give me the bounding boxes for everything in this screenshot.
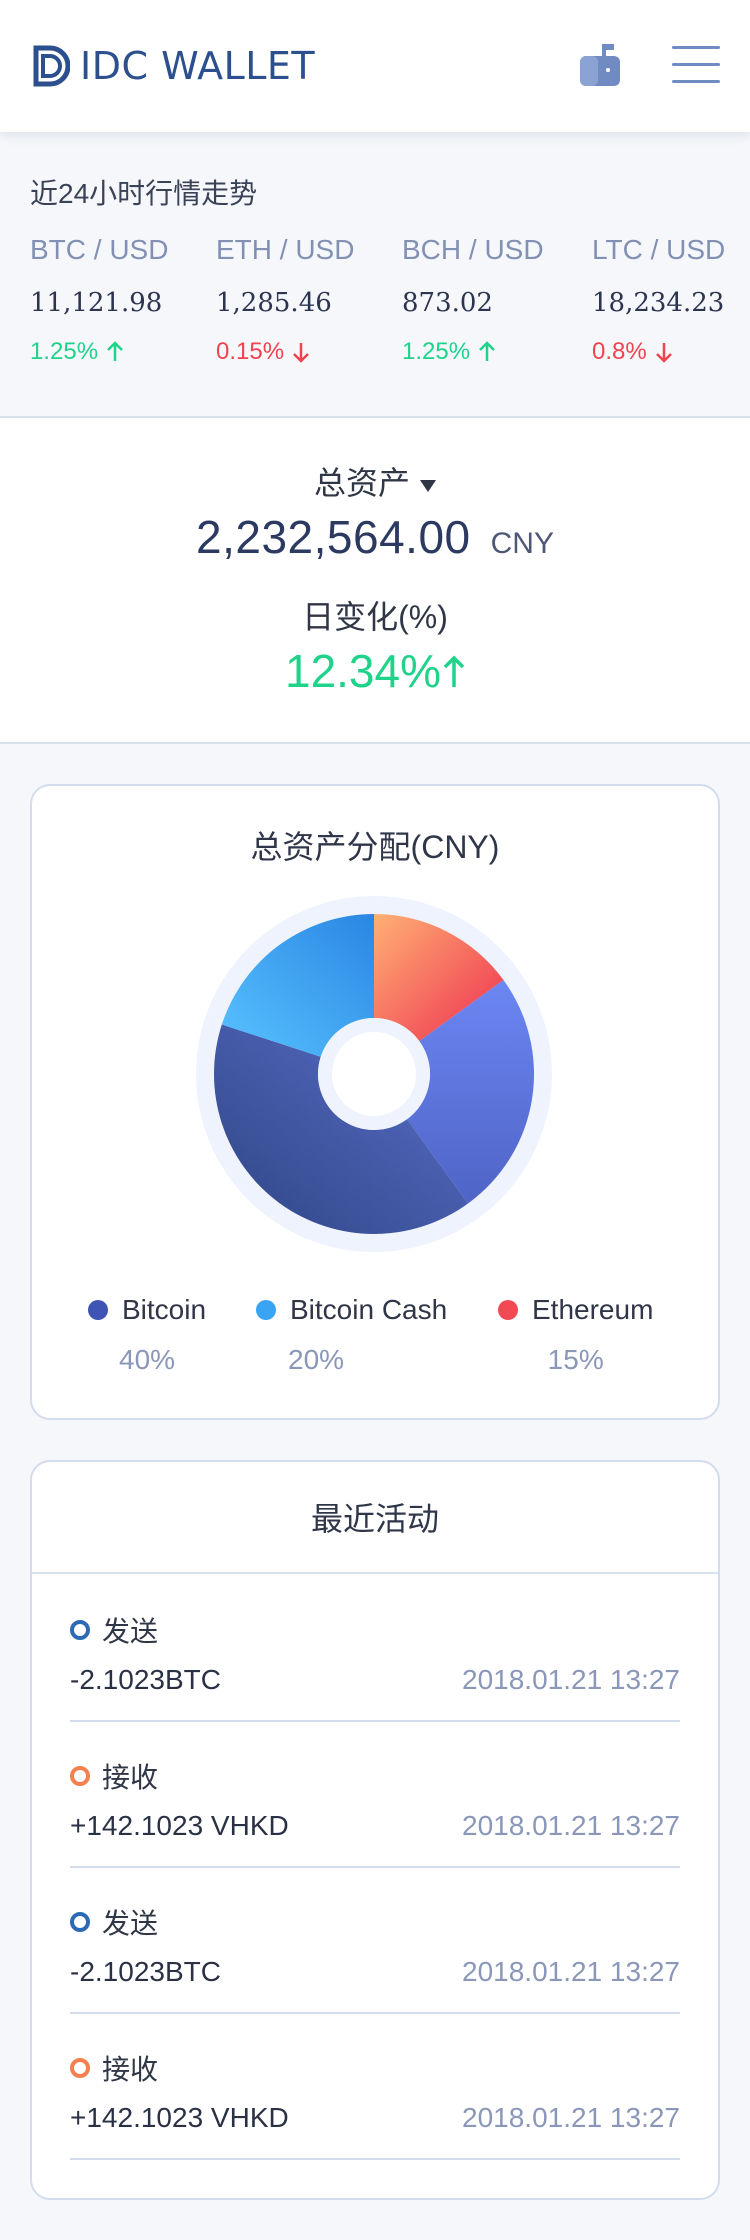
ticker-change-value: 1.25% (402, 338, 471, 365)
ticker-price: 1,285.46 (216, 288, 332, 318)
market-title: 近24小时行情走势 (30, 178, 258, 209)
legend-dot (88, 1300, 108, 1320)
allocation-card: 总资产分配(CNY) Bitcoin 40% Bitcoin Cash 20% … (30, 784, 720, 1420)
caret-down-icon (420, 479, 436, 492)
ticker-price: 11,121.98 (30, 288, 163, 318)
legend-label: Ethereum (532, 1294, 654, 1325)
activity-amount: -2.1023BTC (70, 1664, 221, 1695)
activity-type: 接收 (70, 2048, 158, 2088)
activity-amount: -2.1023BTC (70, 1956, 221, 1987)
ticker-change: 1.25% (402, 338, 572, 366)
ticker-change: 0.8% (592, 338, 750, 366)
activity-row[interactable]: 接收 +142.1023 VHKD 2018.01.21 13:27 (70, 1722, 680, 1868)
activity-row[interactable]: 发送 -2.1023BTC 2018.01.21 13:27 (70, 1576, 680, 1722)
activity-type-label: 发送 (102, 1616, 159, 1647)
legend-percent: 20% (288, 1344, 345, 1375)
total-assets-dropdown[interactable]: 总资产 (0, 458, 750, 504)
logo-icon (33, 45, 70, 87)
activity-type: 接收 (70, 1756, 158, 1796)
activity-type: 发送 (70, 1610, 158, 1650)
ticker-price: 873.02 (402, 288, 493, 318)
ticker-change: 1.25% (30, 338, 200, 366)
activity-time: 2018.01.21 13:27 (462, 1664, 680, 1695)
ticker-pair: ETH / USD (216, 234, 355, 265)
activity-type-label: 发送 (102, 1908, 159, 1939)
brand-logo[interactable]: IDC WALLET (30, 44, 315, 88)
total-assets-label: 总资产 (313, 465, 410, 501)
ticker-change-value: 1.25% (30, 338, 99, 365)
ticker-price: 18,234.23 (592, 288, 725, 318)
daily-change-label: 日变化(%) (302, 599, 448, 635)
legend-dot (498, 1300, 518, 1320)
ticker-change-value: 0.8% (592, 338, 647, 365)
send-ring-icon (70, 1912, 90, 1932)
activity-amount: +142.1023 VHKD (70, 1810, 289, 1841)
allocation-title: 总资产分配(CNY) (250, 829, 500, 865)
arrow-up-icon (479, 341, 495, 361)
legend-percent: 40% (119, 1344, 176, 1375)
legend-label: Bitcoin (122, 1294, 207, 1325)
legend-ethereum[interactable]: Ethereum 15% (498, 1294, 653, 1376)
activity-amount: +142.1023 VHKD (70, 2102, 289, 2133)
legend-bitcoin[interactable]: Bitcoin 40% (88, 1294, 206, 1376)
arrow-up-icon (443, 655, 465, 687)
daily-change-row: 12.34% (0, 644, 750, 698)
ticker-ltc[interactable]: LTC / USD 18,234.23 0.8% (592, 234, 750, 366)
ticker-bch[interactable]: BCH / USD 873.02 1.25% (402, 234, 572, 366)
market-section: 近24小时行情走势 BTC / USD 11,121.98 1.25% ETH … (0, 132, 750, 418)
legend-percent: 15% (547, 1344, 604, 1375)
ticker-change: 0.15% (216, 338, 386, 366)
recent-activity-card: 最近活动 发送 -2.1023BTC 2018.01.21 13:27 接收 +… (30, 1460, 720, 2200)
legend-bitcoin-cash[interactable]: Bitcoin Cash 20% (256, 1294, 447, 1376)
app-header: IDC WALLET (0, 0, 750, 132)
donut-center (332, 1032, 416, 1116)
ticker-change-value: 0.15% (216, 338, 285, 365)
ticker-btc[interactable]: BTC / USD 11,121.98 1.25% (30, 234, 200, 366)
receive-ring-icon (70, 2058, 90, 2078)
activity-type: 发送 (70, 1902, 158, 1942)
activity-time: 2018.01.21 13:27 (462, 1810, 680, 1841)
ticker-pair: LTC / USD (592, 234, 726, 265)
total-assets-value: 2,232,564.00 (196, 511, 471, 563)
activity-row[interactable]: 发送 -2.1023BTC 2018.01.21 13:27 (70, 1868, 680, 2014)
legend-dot (256, 1300, 276, 1320)
ticker-pair: BTC / USD (30, 234, 169, 265)
receive-ring-icon (70, 1766, 90, 1786)
arrow-up-icon (107, 341, 123, 361)
activity-time: 2018.01.21 13:27 (462, 2102, 680, 2133)
send-ring-icon (70, 1620, 90, 1640)
currency-label: CNY (490, 527, 554, 560)
mailbox-icon[interactable] (578, 44, 622, 88)
activity-title: 最近活动 (32, 1462, 718, 1574)
daily-change-value: 12.34% (284, 645, 441, 697)
arrow-down-icon (293, 343, 309, 363)
ticker-eth[interactable]: ETH / USD 1,285.46 0.15% (216, 234, 386, 366)
arrow-down-icon (655, 343, 672, 363)
asset-summary: 总资产 2,232,564.00 CNY 日变化(%) 12.34% (0, 418, 750, 744)
allocation-donut-chart (196, 896, 552, 1252)
menu-icon[interactable] (672, 44, 720, 86)
activity-row[interactable]: 接收 +142.1023 VHKD 2018.01.21 13:27 (70, 2014, 680, 2160)
activity-time: 2018.01.21 13:27 (462, 1956, 680, 1987)
ticker-pair: BCH / USD (402, 234, 544, 265)
total-assets-value-row: 2,232,564.00 CNY (0, 510, 750, 564)
activity-type-label: 接收 (102, 1762, 159, 1793)
activity-type-label: 接收 (102, 2054, 159, 2085)
legend-label: Bitcoin Cash (290, 1294, 448, 1325)
brand-name: IDC WALLET (80, 44, 316, 88)
